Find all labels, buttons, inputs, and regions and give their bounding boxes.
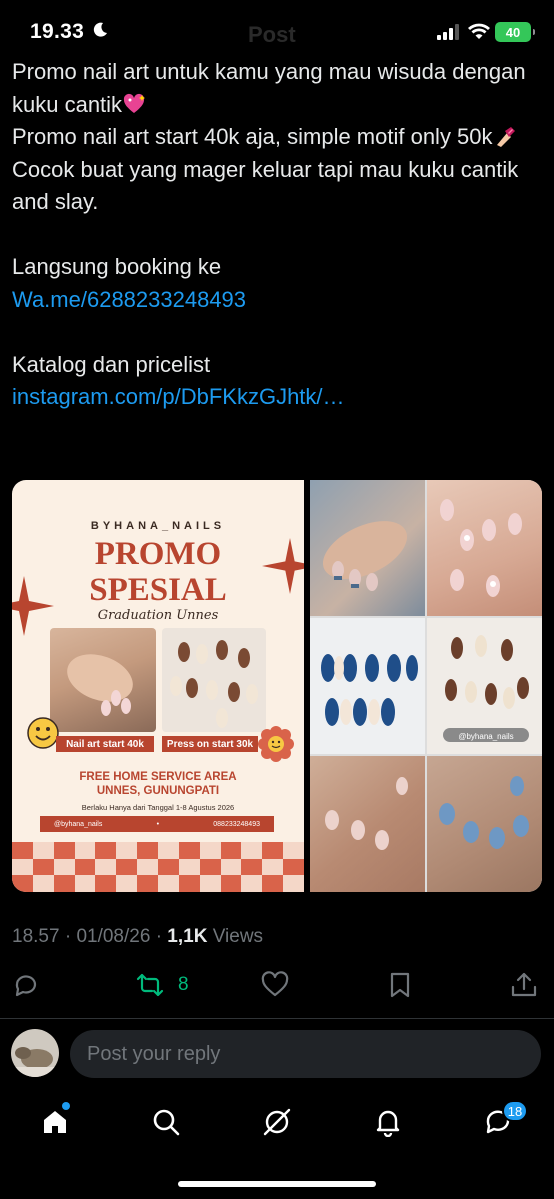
poster-free-service: FREE HOME SERVICE AREA UNNES, GUNUNGPATI bbox=[12, 770, 304, 798]
tweet-text-2: Promo nail art start 40k aja, simple mot… bbox=[12, 124, 493, 149]
nail-photo-3 bbox=[310, 618, 425, 754]
tweet-actions: 8 bbox=[0, 964, 554, 1008]
photo-watermark: @byhana_nails bbox=[458, 732, 513, 741]
free-line-1: FREE HOME SERVICE AREA bbox=[79, 771, 237, 783]
grok-icon bbox=[263, 1108, 291, 1136]
nail-photo-1 bbox=[310, 480, 425, 616]
press-on-nails-illustration bbox=[170, 640, 258, 728]
messages-badge: 18 bbox=[502, 1100, 528, 1122]
poster-photo-right bbox=[162, 628, 266, 732]
tweet-text-1: Promo nail art untuk kamu yang mau wisud… bbox=[12, 59, 526, 117]
checker-pattern bbox=[12, 842, 304, 892]
bookmark-button[interactable] bbox=[386, 970, 414, 1000]
like-button[interactable] bbox=[261, 970, 289, 1000]
reply-button[interactable] bbox=[12, 970, 40, 1000]
nav-notifications[interactable] bbox=[368, 1102, 408, 1142]
tweet-media: BYHANA_NAILS PROMO SPESIAL Graduation Un… bbox=[12, 480, 542, 892]
bookmark-icon bbox=[390, 972, 410, 998]
poster-tag-nail-art: Nail art start 40k bbox=[56, 736, 154, 752]
home-icon bbox=[44, 1111, 66, 1133]
signal-icon bbox=[437, 24, 459, 40]
tweet-line: Promo nail art untuk kamu yang mau wisud… bbox=[12, 56, 542, 121]
retweet-icon bbox=[136, 973, 164, 997]
sparkling-heart-icon bbox=[123, 93, 146, 113]
poster-validity: Berlaku Hanya dari Tanggal 1-8 Agustus 2… bbox=[81, 803, 235, 812]
flower-decoration bbox=[258, 726, 294, 762]
heart-icon bbox=[261, 971, 289, 997]
battery-indicator: 40 bbox=[495, 22, 535, 42]
tweet-date: 01/08/26 bbox=[76, 926, 151, 947]
tweet-line: Langsung booking ke bbox=[12, 254, 222, 279]
nail-photo-4: @byhana_nails bbox=[427, 618, 542, 754]
poster-title-2: SPESIAL bbox=[89, 572, 227, 608]
bottom-nav: 18 bbox=[0, 1094, 554, 1154]
views-label: Views bbox=[212, 926, 264, 947]
poster-brand: BYHANA_NAILS bbox=[90, 520, 226, 532]
poster-subtitle: Graduation Unnes bbox=[97, 608, 219, 623]
poster-photo-left bbox=[50, 628, 156, 732]
tweet-line: Promo nail art start 40k aja, simple mot… bbox=[12, 121, 542, 154]
avatar[interactable] bbox=[11, 1029, 59, 1077]
hand-illustration bbox=[67, 654, 133, 716]
status-bar: 19.33 Post 40 bbox=[0, 0, 554, 62]
bell-icon bbox=[376, 1110, 400, 1137]
moon-icon bbox=[93, 22, 107, 37]
home-notification-dot bbox=[62, 1102, 70, 1110]
tweet-time: 18.57 bbox=[12, 926, 60, 947]
status-time: 19.33 bbox=[30, 20, 85, 43]
nail-photo-2 bbox=[427, 480, 542, 616]
avatar-image bbox=[11, 1029, 59, 1077]
nail-photo-6 bbox=[427, 756, 542, 892]
whatsapp-link[interactable]: Wa.me/6288233248493 bbox=[12, 284, 542, 317]
reply-icon bbox=[15, 975, 37, 997]
retweet-count: 8 bbox=[178, 974, 189, 995]
poster-instagram: @byhana_nails bbox=[54, 820, 103, 828]
battery-level: 40 bbox=[505, 24, 521, 40]
nav-grok[interactable] bbox=[257, 1102, 297, 1142]
share-icon bbox=[511, 972, 537, 997]
share-button[interactable] bbox=[510, 970, 538, 1000]
nav-search[interactable] bbox=[146, 1102, 186, 1142]
poster-contact-bar: @byhana_nails • 088233248493 bbox=[40, 816, 274, 832]
tweet-body: Promo nail art untuk kamu yang mau wisud… bbox=[12, 56, 542, 414]
divider bbox=[0, 1018, 554, 1019]
nail-photo-collage[interactable]: @byhana_nails bbox=[310, 480, 542, 892]
views-count: 1,1K bbox=[167, 926, 208, 947]
retweet-button[interactable]: 8 bbox=[136, 970, 189, 1000]
poster-tag-press-on: Press on start 30k bbox=[162, 736, 258, 752]
home-indicator bbox=[178, 1181, 376, 1187]
tweet-line: Katalog dan pricelist bbox=[12, 351, 211, 377]
smiley-decoration bbox=[27, 717, 59, 749]
bullet-icon: • bbox=[156, 820, 160, 828]
poster-title: PROMO bbox=[94, 536, 222, 572]
reply-input[interactable]: Post your reply bbox=[70, 1030, 541, 1078]
tweet-meta: 18.57 · 01/08/26 · 1,1K Views bbox=[12, 926, 264, 947]
wifi-icon bbox=[468, 23, 490, 39]
nail-photo-5 bbox=[310, 756, 425, 892]
search-icon bbox=[153, 1109, 180, 1136]
instagram-link[interactable]: instagram.com/p/DbFKkzGJhtk/… bbox=[12, 381, 542, 414]
free-line-2: UNNES, GUNUNGPATI bbox=[96, 785, 220, 797]
tweet-line: Cocok buat yang mager keluar tapi mau ku… bbox=[12, 156, 519, 215]
nail-polish-icon bbox=[496, 127, 515, 147]
promo-poster-image[interactable]: BYHANA_NAILS PROMO SPESIAL Graduation Un… bbox=[12, 480, 304, 892]
poster-phone: 088233248493 bbox=[213, 820, 260, 828]
header-title-obscured: Post bbox=[248, 22, 296, 47]
